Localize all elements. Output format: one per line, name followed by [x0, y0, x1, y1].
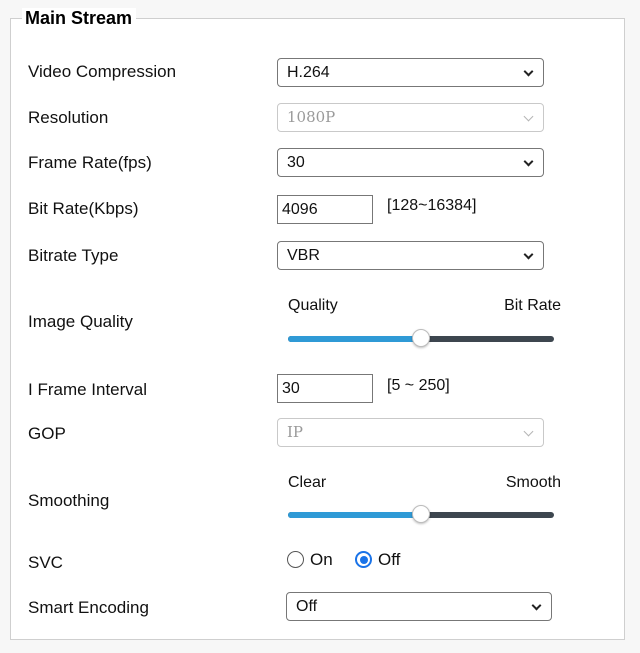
- gop-select[interactable]: IP: [277, 418, 544, 447]
- slider-fill: [288, 512, 421, 518]
- svc-on-radio[interactable]: [287, 551, 304, 568]
- smoothing-label: Smoothing: [28, 491, 110, 510]
- image-quality-right-caption: Bit Rate: [504, 297, 561, 314]
- radio-dot: [359, 555, 368, 564]
- i-frame-interval-input[interactable]: 30: [277, 374, 373, 403]
- smoothing-right-caption: Smooth: [505, 474, 561, 491]
- smart-encoding-value: Off: [296, 598, 318, 615]
- chevron-down-icon: [523, 249, 534, 260]
- chevron-down-icon: [523, 426, 534, 437]
- smoothing-left-caption: Clear: [288, 474, 327, 491]
- image-quality-slider[interactable]: [288, 329, 554, 347]
- slider-thumb[interactable]: [412, 505, 430, 523]
- video-compression-select[interactable]: H.264: [277, 58, 544, 87]
- image-quality-label: Image Quality: [28, 312, 133, 331]
- slider-thumb[interactable]: [412, 329, 430, 347]
- bit-rate-label: Bit Rate(Kbps): [28, 199, 139, 218]
- i-frame-interval-range: [5 ~ 250]: [387, 377, 450, 394]
- slider-fill: [288, 336, 421, 342]
- frame-rate-value: 30: [287, 154, 305, 171]
- video-compression-label: Video Compression: [28, 62, 177, 81]
- image-quality-left-caption: Quality: [288, 297, 338, 314]
- svc-on-label[interactable]: On: [310, 550, 333, 570]
- bitrate-type-select[interactable]: VBR: [277, 241, 544, 270]
- section-title: Main Stream: [22, 8, 137, 28]
- smoothing-slider[interactable]: [288, 505, 554, 523]
- chevron-down-icon: [523, 156, 534, 167]
- resolution-value: 1080P: [287, 108, 336, 126]
- bit-rate-input[interactable]: 4096: [277, 195, 373, 224]
- svc-off-label[interactable]: Off: [378, 550, 400, 570]
- chevron-down-icon: [531, 600, 542, 611]
- resolution-select[interactable]: 1080P: [277, 103, 544, 132]
- settings-page: Main Stream Video Compression H.264 Reso…: [0, 0, 640, 653]
- bitrate-type-label: Bitrate Type: [28, 246, 119, 265]
- frame-rate-select[interactable]: 30: [277, 148, 544, 177]
- video-compression-value: H.264: [287, 64, 330, 81]
- resolution-label: Resolution: [28, 108, 109, 127]
- bitrate-type-value: VBR: [287, 247, 320, 264]
- i-frame-interval-label: I Frame Interval: [28, 380, 148, 399]
- smart-encoding-label: Smart Encoding: [28, 598, 149, 617]
- chevron-down-icon: [523, 111, 534, 122]
- frame-rate-label: Frame Rate(fps): [28, 153, 152, 172]
- svc-label: SVC: [28, 553, 63, 572]
- chevron-down-icon: [523, 66, 534, 77]
- svc-off-radio[interactable]: [355, 551, 372, 568]
- gop-label: GOP: [28, 424, 66, 443]
- smart-encoding-select[interactable]: Off: [286, 592, 552, 621]
- bit-rate-range: [128~16384]: [387, 197, 477, 214]
- gop-value: IP: [287, 423, 304, 441]
